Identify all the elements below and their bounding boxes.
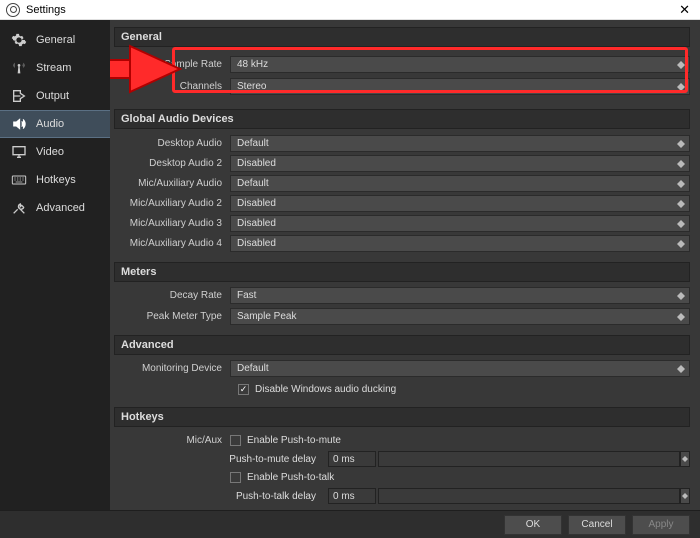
- device-label: Mic/Auxiliary Audio: [114, 178, 230, 189]
- ducking-checkbox[interactable]: [238, 384, 249, 395]
- combo-value: Disabled: [237, 218, 276, 229]
- spinner-icon: [675, 196, 687, 211]
- sidebar-item-label: Audio: [36, 118, 64, 130]
- push-to-mute-delay-input[interactable]: 0 ms: [328, 451, 376, 467]
- spinner-icon: [675, 236, 687, 251]
- spinner-icon: [675, 57, 687, 72]
- device-label: Mic/Auxiliary Audio 4: [114, 238, 230, 249]
- gear-icon: [10, 31, 28, 49]
- peak-meter-combo[interactable]: Sample Peak: [230, 308, 690, 325]
- push-to-talk-delay-label: Push-to-talk delay: [114, 491, 324, 502]
- cancel-button[interactable]: Cancel: [568, 515, 626, 535]
- section-meters-header: Meters: [114, 262, 690, 282]
- combo-value: Default: [237, 178, 269, 189]
- sidebar-item-label: Hotkeys: [36, 174, 76, 186]
- combo-value: Default: [237, 363, 269, 374]
- section-hotkeys-header: Hotkeys: [114, 407, 690, 427]
- push-to-mute-checkbox[interactable]: [230, 435, 241, 446]
- channels-combo[interactable]: Stereo: [230, 78, 690, 95]
- sidebar-item-general[interactable]: General: [0, 26, 110, 54]
- channels-label: Channels: [114, 81, 230, 92]
- monitor-icon: [10, 143, 28, 161]
- device-combo[interactable]: Disabled: [230, 215, 690, 232]
- sidebar-item-stream[interactable]: Stream: [0, 54, 110, 82]
- micaux-label: Mic/Aux: [114, 435, 230, 446]
- device-label: Desktop Audio: [114, 138, 230, 149]
- tools-icon: [10, 199, 28, 217]
- combo-value: Fast: [237, 290, 256, 301]
- device-combo[interactable]: Disabled: [230, 235, 690, 252]
- combo-value: 48 kHz: [237, 59, 268, 70]
- title-bar: Settings ✕: [0, 0, 700, 20]
- device-label: Mic/Auxiliary Audio 3: [114, 218, 230, 229]
- sidebar-item-audio[interactable]: Audio: [0, 110, 110, 138]
- decay-rate-combo[interactable]: Fast: [230, 287, 690, 304]
- sidebar-item-label: Advanced: [36, 202, 85, 214]
- monitoring-device-combo[interactable]: Default: [230, 360, 690, 377]
- speaker-icon: [10, 115, 28, 133]
- combo-value: Sample Peak: [237, 311, 296, 322]
- push-to-talk-label: Enable Push-to-talk: [247, 472, 334, 483]
- combo-value: Disabled: [237, 238, 276, 249]
- sidebar-item-label: Stream: [36, 62, 71, 74]
- spinner-icon: [675, 288, 687, 303]
- push-to-talk-checkbox[interactable]: [230, 472, 241, 483]
- combo-value: Stereo: [237, 81, 266, 92]
- section-devices-header: Global Audio Devices: [114, 109, 690, 129]
- spinner-icon: [675, 361, 687, 376]
- push-to-talk-delay-input[interactable]: 0 ms: [328, 488, 376, 504]
- device-combo[interactable]: Disabled: [230, 155, 690, 172]
- window-title: Settings: [26, 4, 66, 16]
- sidebar: General Stream Output Audio: [0, 20, 110, 510]
- sample-rate-combo[interactable]: 48 kHz: [230, 56, 690, 73]
- keyboard-icon: [10, 171, 28, 189]
- antenna-icon: [10, 59, 28, 77]
- device-label: Mic/Auxiliary Audio 2: [114, 198, 230, 209]
- combo-value: Default: [237, 138, 269, 149]
- push-to-mute-label: Enable Push-to-mute: [247, 435, 341, 446]
- combo-value: Disabled: [237, 198, 276, 209]
- combo-value: Disabled: [237, 158, 276, 169]
- monitoring-device-label: Monitoring Device: [114, 363, 230, 374]
- sidebar-item-label: General: [36, 34, 75, 46]
- push-to-mute-delay-label: Push-to-mute delay: [114, 454, 324, 465]
- sidebar-item-output[interactable]: Output: [0, 82, 110, 110]
- peak-meter-label: Peak Meter Type: [114, 311, 230, 322]
- section-advanced-header: Advanced: [114, 335, 690, 355]
- decay-rate-label: Decay Rate: [114, 290, 230, 301]
- sidebar-item-label: Video: [36, 146, 64, 158]
- sidebar-item-video[interactable]: Video: [0, 138, 110, 166]
- spinner-icon[interactable]: [680, 488, 690, 504]
- app-icon: [6, 3, 20, 17]
- spinner-icon[interactable]: [680, 451, 690, 467]
- ducking-label: Disable Windows audio ducking: [255, 384, 396, 395]
- sidebar-item-advanced[interactable]: Advanced: [0, 194, 110, 222]
- sidebar-item-hotkeys[interactable]: Hotkeys: [0, 166, 110, 194]
- spinner-icon: [675, 216, 687, 231]
- output-icon: [10, 87, 28, 105]
- settings-panel: General Sample Rate 48 kHz Channels Ster…: [110, 20, 700, 510]
- spinner-icon: [675, 79, 687, 94]
- device-combo[interactable]: Default: [230, 135, 690, 152]
- device-label: Desktop Audio 2: [114, 158, 230, 169]
- close-icon[interactable]: ✕: [675, 2, 694, 18]
- device-combo[interactable]: Default: [230, 175, 690, 192]
- spinner-icon: [675, 309, 687, 324]
- footer: OK Cancel Apply: [0, 510, 700, 538]
- sidebar-item-label: Output: [36, 90, 69, 102]
- ok-button[interactable]: OK: [504, 515, 562, 535]
- device-combo[interactable]: Disabled: [230, 195, 690, 212]
- section-general-header: General: [114, 27, 690, 47]
- spinner-icon: [675, 156, 687, 171]
- sample-rate-label: Sample Rate: [114, 59, 230, 70]
- apply-button[interactable]: Apply: [632, 515, 690, 535]
- spinner-icon: [675, 136, 687, 151]
- spinner-icon: [675, 176, 687, 191]
